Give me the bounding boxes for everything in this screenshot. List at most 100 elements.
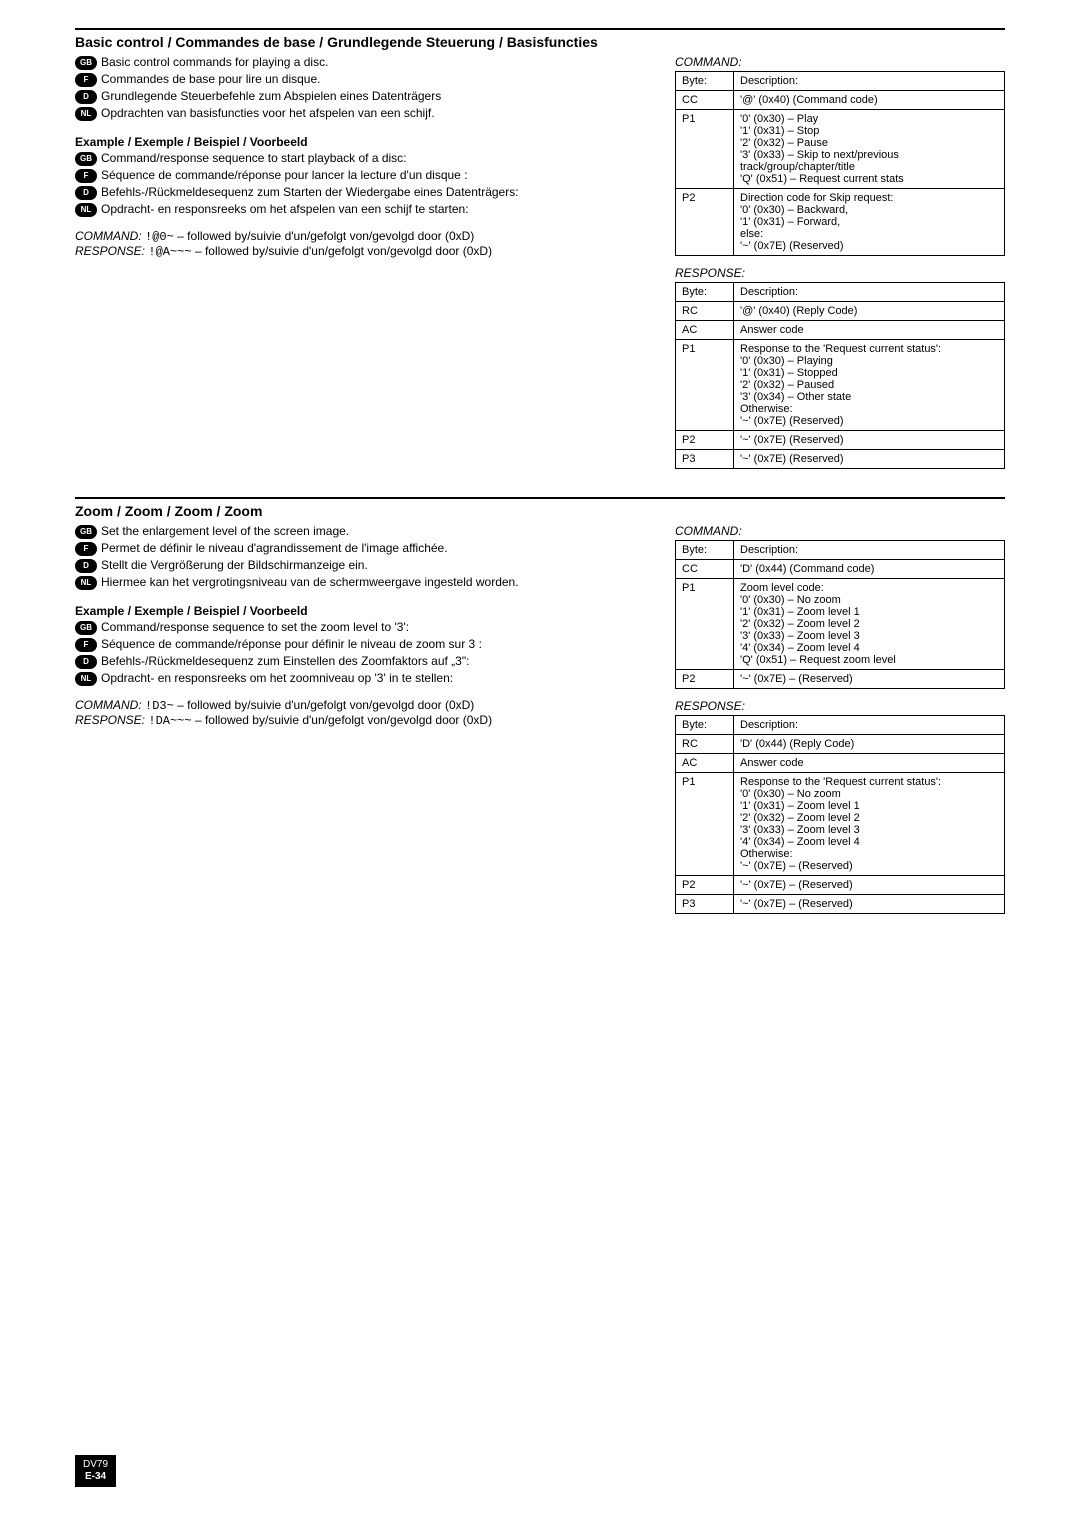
ex-text: Command/response sequence to start playb…: [101, 151, 407, 165]
line: '1' (0x31) – Forward,: [740, 216, 998, 228]
line: 'Q' (0x51) – Request current stats: [740, 173, 998, 185]
cell: Response to the 'Request current status'…: [734, 340, 1005, 431]
line: '2' (0x32) – Zoom level 2: [740, 812, 998, 824]
line: Otherwise:: [740, 848, 998, 860]
gb-icon: GB: [75, 56, 97, 70]
section2-right: COMMAND: Byte:Description: CC'D' (0x44) …: [675, 522, 1005, 924]
nl-icon: NL: [75, 203, 97, 217]
page-badge: DV79 E-34: [75, 1455, 116, 1487]
ex-text: Opdracht- en responsreeks om het zoomniv…: [101, 671, 453, 685]
ex-text: Command/response sequence to set the zoo…: [101, 620, 409, 634]
lang-text: Grundlegende Steuerbefehle zum Abspielen…: [101, 89, 441, 103]
resp-table: Byte:Description: RC'@' (0x40) (Reply Co…: [675, 282, 1005, 469]
cell: Direction code for Skip request: '0' (0x…: [734, 189, 1005, 256]
page-number: E-34: [83, 1471, 108, 1483]
cmd-label: COMMAND:: [75, 698, 142, 712]
line: Zoom level code:: [740, 582, 998, 594]
th-byte: Byte:: [676, 283, 734, 302]
example-heading: Example / Exemple / Beispiel / Voorbeeld: [75, 135, 655, 149]
line: '4' (0x34) – Zoom level 4: [740, 642, 998, 654]
example-heading: Example / Exemple / Beispiel / Voorbeeld: [75, 604, 655, 618]
model-label: DV79: [83, 1459, 108, 1471]
cell: 'D' (0x44) (Command code): [734, 560, 1005, 579]
resp-code: !DA~~~: [148, 714, 191, 728]
cell: AC: [676, 754, 734, 773]
cell: '@' (0x40) (Reply Code): [734, 302, 1005, 321]
line: '0' (0x30) – Backward,: [740, 204, 998, 216]
cell: P3: [676, 450, 734, 469]
cmd-label: COMMAND:: [75, 229, 142, 243]
cell: P3: [676, 895, 734, 914]
cmd-table: Byte:Description: CC'D' (0x44) (Command …: [675, 540, 1005, 689]
cell: AC: [676, 321, 734, 340]
th-desc: Description:: [734, 541, 1005, 560]
line: '1' (0x31) – Stop: [740, 125, 998, 137]
cell: Answer code: [734, 754, 1005, 773]
section1-left: GB Basic control commands for playing a d…: [75, 53, 655, 479]
line: '3' (0x33) – Skip to next/previous track…: [740, 149, 998, 173]
line: '2' (0x32) – Zoom level 2: [740, 618, 998, 630]
cell: P1: [676, 340, 734, 431]
ex-gb: GBCommand/response sequence to set the z…: [75, 620, 655, 635]
lang-d: DStellt die Vergrößerung der Bildschirma…: [75, 558, 655, 573]
ex-text: Befehls-/Rückmeldesequenz zum Starten de…: [101, 185, 519, 199]
line: '4' (0x34) – Zoom level 4: [740, 836, 998, 848]
cmd-code: !D3~: [145, 699, 174, 713]
line: '0' (0x30) – No zoom: [740, 788, 998, 800]
resp-tail: – followed by/suivie d'un/gefolgt von/ge…: [195, 244, 492, 258]
section-title: Zoom / Zoom / Zoom / Zoom: [75, 503, 1005, 519]
cmd-table: Byte:Description: CC'@' (0x40) (Command …: [675, 71, 1005, 256]
cell: RC: [676, 302, 734, 321]
th-desc: Description:: [734, 716, 1005, 735]
line: '1' (0x31) – Zoom level 1: [740, 606, 998, 618]
cmd-tail: – followed by/suivie d'un/gefolgt von/ge…: [177, 698, 474, 712]
nl-icon: NL: [75, 576, 97, 590]
line: '3' (0x33) – Zoom level 3: [740, 630, 998, 642]
line: '2' (0x32) – Paused: [740, 379, 998, 391]
lang-text: Basic control commands for playing a dis…: [101, 55, 328, 69]
line: '0' (0x30) – Play: [740, 113, 998, 125]
cell: '~' (0x7E) (Reserved): [734, 450, 1005, 469]
cell: RC: [676, 735, 734, 754]
line: '~' (0x7E) (Reserved): [740, 415, 998, 427]
ex-text: Opdracht- en responsreeks om het afspele…: [101, 202, 469, 216]
line: Response to the 'Request current status'…: [740, 776, 998, 788]
lang-f: FCommandes de base pour lire un disque.: [75, 72, 655, 87]
line: '3' (0x34) – Other state: [740, 391, 998, 403]
lang-text: Permet de définir le niveau d'agrandisse…: [101, 541, 448, 555]
lang-d: DGrundlegende Steuerbefehle zum Abspiele…: [75, 89, 655, 104]
cell: P2: [676, 670, 734, 689]
d-icon: D: [75, 559, 97, 573]
lang-text: Hiermee kan het vergrotingsniveau van de…: [101, 575, 519, 589]
cell: 'D' (0x44) (Reply Code): [734, 735, 1005, 754]
cell: Response to the 'Request current status'…: [734, 773, 1005, 876]
cell: P2: [676, 189, 734, 256]
cell: P1: [676, 110, 734, 189]
ex-f: FSéquence de commande/réponse pour lance…: [75, 168, 655, 183]
f-icon: F: [75, 542, 97, 556]
line: 'Q' (0x51) – Request zoom level: [740, 654, 998, 666]
cell: '~' (0x7E) – (Reserved): [734, 895, 1005, 914]
resp-label: RESPONSE:: [75, 713, 145, 727]
line: else:: [740, 228, 998, 240]
line: Otherwise:: [740, 403, 998, 415]
th-desc: Description:: [734, 72, 1005, 91]
lang-nl: NLOpdrachten van basisfuncties voor het …: [75, 106, 655, 121]
ex-nl: NL Opdracht- en responsreeks om het afspe…: [75, 202, 655, 217]
ex-d: DBefehls-/Rückmeldesequenz zum Einstelle…: [75, 654, 655, 669]
resp-code: !@A~~~: [148, 245, 191, 259]
cell: Answer code: [734, 321, 1005, 340]
ex-f: FSéquence de commande/réponse pour défin…: [75, 637, 655, 652]
cell: P1: [676, 579, 734, 670]
lang-gb: GBSet the enlargement level of the scree…: [75, 524, 655, 539]
cell: '~' (0x7E) – (Reserved): [734, 670, 1005, 689]
cell: Zoom level code: '0' (0x30) – No zoom '1…: [734, 579, 1005, 670]
cmd-table-title: COMMAND:: [675, 524, 1005, 538]
lang-f: F Permet de définir le niveau d'agrandiss…: [75, 541, 655, 556]
th-byte: Byte:: [676, 716, 734, 735]
ex-gb: GBCommand/response sequence to start pla…: [75, 151, 655, 166]
line: '1' (0x31) – Stopped: [740, 367, 998, 379]
lang-gb: GB Basic control commands for playing a d…: [75, 55, 655, 70]
section-rule: [75, 497, 1005, 499]
resp-table: Byte:Description: RC'D' (0x44) (Reply Co…: [675, 715, 1005, 914]
